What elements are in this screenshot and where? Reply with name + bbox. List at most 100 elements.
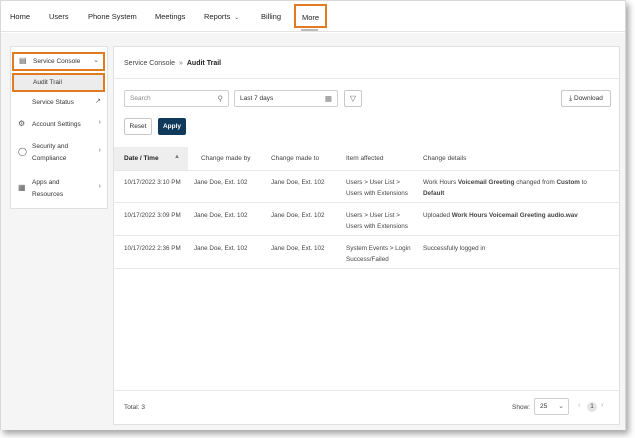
details-text: changed from bbox=[514, 179, 557, 186]
breadcrumb-current: Audit Trail bbox=[186, 60, 222, 67]
cell-details-line2: Default bbox=[423, 190, 445, 197]
details-bold: Voicemail Greeting bbox=[457, 179, 515, 186]
search-icon: ⚲ bbox=[217, 94, 224, 103]
download-label: Download bbox=[574, 95, 603, 102]
cell-details: Work Hours Voicemail Greeting changed fr… bbox=[423, 177, 587, 188]
filter-button[interactable]: ▽ bbox=[344, 90, 362, 107]
search-placeholder: Search bbox=[130, 95, 151, 102]
nav-phone-system[interactable]: Phone System bbox=[88, 12, 137, 21]
sidebar-item-label: Account Settings bbox=[32, 121, 81, 128]
chevron-down-icon: ⌄ bbox=[558, 403, 564, 410]
cell-item-line2: Success/Failed bbox=[346, 256, 389, 263]
date-range-picker[interactable]: Last 7 days ▦ bbox=[234, 90, 338, 107]
sidebar-item-security[interactable]: ◯ Security and Compliance › bbox=[11, 141, 107, 167]
total-count: Total: 3 bbox=[124, 404, 145, 411]
cell-changed-to: Jane Doe, Ext. 102 bbox=[271, 179, 325, 186]
table-row[interactable]: 10/17/2022 3:09 PM Jane Doe, Ext. 102 Ja… bbox=[114, 204, 619, 236]
chevron-down-icon: ⌄ bbox=[93, 57, 99, 64]
calendar-icon: ▦ bbox=[324, 94, 332, 103]
cell-item-line1: Users > User List > bbox=[346, 212, 400, 219]
search-input[interactable]: Search ⚲ bbox=[124, 90, 229, 107]
divider bbox=[114, 78, 619, 79]
current-page[interactable]: 1 bbox=[587, 402, 597, 412]
sidebar-item-label: Service Console bbox=[33, 58, 81, 65]
prev-page-icon[interactable]: ‹ bbox=[578, 402, 580, 409]
sidebar-item-label: Audit Trail bbox=[33, 79, 62, 86]
sidebar-item-label-line1: Apps and bbox=[32, 179, 60, 186]
sidebar-item-apps[interactable]: ▦ Apps and Resources › bbox=[11, 177, 107, 203]
download-button[interactable]: ⤓ Download bbox=[561, 90, 611, 107]
chevron-right-icon: › bbox=[98, 119, 101, 126]
chevron-down-icon: ⌄ bbox=[234, 15, 240, 21]
sidebar-item-label: Service Status bbox=[32, 99, 74, 106]
nav-active-indicator bbox=[301, 29, 318, 31]
date-range-value: Last 7 days bbox=[240, 95, 274, 102]
sidebar-item-account-settings[interactable]: ⚙ Account Settings › bbox=[11, 119, 107, 133]
sidebar: ▤ Service Console ⌄ Audit Trail Service … bbox=[10, 46, 108, 209]
cell-details: Uploaded Work Hours Voicemail Greeting a… bbox=[423, 210, 578, 221]
details-text: to bbox=[579, 179, 587, 186]
cell-changed-to: Jane Doe, Ext. 102 bbox=[271, 212, 325, 219]
sidebar-item-label-line2: Compliance bbox=[32, 155, 67, 162]
filter-icon: ▽ bbox=[349, 94, 357, 103]
cell-changed-by: Jane Doe, Ext. 102 bbox=[194, 179, 248, 186]
divider bbox=[114, 390, 619, 391]
grid-icon: ▦ bbox=[18, 183, 26, 192]
details-bold: Work Hours Voicemail Greeting audio.wav bbox=[451, 212, 578, 219]
sidebar-item-label-line1: Security and bbox=[32, 143, 69, 150]
column-header-datetime[interactable]: Date / Time ▲ bbox=[114, 147, 188, 170]
cell-details: Successfully logged in bbox=[423, 245, 486, 252]
breadcrumb-separator: » bbox=[178, 60, 183, 67]
top-nav: Home Users Phone System Meetings Reports… bbox=[1, 1, 625, 32]
external-link-icon: ↗ bbox=[95, 98, 101, 105]
column-label: Date / Time bbox=[124, 155, 159, 162]
cell-datetime: 10/17/2022 3:10 PM bbox=[124, 179, 181, 186]
cell-datetime: 10/17/2022 2:36 PM bbox=[124, 245, 181, 252]
nav-home[interactable]: Home bbox=[10, 12, 30, 21]
laptop-icon: ▤ bbox=[19, 56, 27, 65]
gear-icon: ⚙ bbox=[18, 119, 26, 128]
download-icon: ⤓ bbox=[569, 95, 573, 102]
cell-changed-by: Jane Doe, Ext. 102 bbox=[194, 212, 248, 219]
breadcrumb-parent[interactable]: Service Console bbox=[124, 60, 175, 67]
cell-item-line2: Users with Extensions bbox=[346, 223, 408, 230]
column-header-item-affected[interactable]: Item affected bbox=[346, 155, 383, 162]
nav-users[interactable]: Users bbox=[49, 12, 69, 21]
page-size-value: 25 bbox=[540, 403, 548, 410]
column-header-change-details[interactable]: Change details bbox=[423, 155, 466, 162]
page-size-select[interactable]: 25 ⌄ bbox=[534, 398, 569, 415]
next-page-icon[interactable]: › bbox=[601, 402, 603, 409]
sidebar-item-label-line2: Resources bbox=[32, 191, 64, 198]
nav-meetings[interactable]: Meetings bbox=[155, 12, 185, 21]
sidebar-item-audit-trail[interactable]: Audit Trail bbox=[12, 73, 105, 92]
shield-icon: ◯ bbox=[18, 147, 27, 156]
sidebar-item-service-status[interactable]: Service Status ↗ bbox=[11, 97, 107, 111]
breadcrumb: Service Console» Audit Trail bbox=[124, 60, 221, 67]
nav-more[interactable]: More bbox=[294, 4, 328, 28]
table-row[interactable]: 10/17/2022 2:36 PM Jane Doe, Ext. 102 Ja… bbox=[114, 237, 619, 269]
column-header-changed-to[interactable]: Change made to bbox=[271, 155, 319, 162]
details-bold: Custom bbox=[556, 179, 580, 186]
chevron-right-icon: › bbox=[98, 183, 101, 190]
nav-billing[interactable]: Billing bbox=[261, 12, 281, 21]
sort-asc-icon: ▲ bbox=[174, 154, 180, 160]
table-header: Date / Time ▲ Change made by Change made… bbox=[114, 147, 619, 171]
cell-item-line1: System Events > Login bbox=[346, 245, 411, 252]
reset-button[interactable]: Reset bbox=[124, 118, 152, 135]
chevron-right-icon: › bbox=[98, 147, 101, 154]
table-row[interactable]: 10/17/2022 3:10 PM Jane Doe, Ext. 102 Ja… bbox=[114, 171, 619, 203]
cell-item-line1: Users > User List > bbox=[346, 179, 400, 186]
sidebar-item-service-console[interactable]: ▤ Service Console ⌄ bbox=[12, 52, 105, 71]
page-size-label: Show: bbox=[512, 404, 531, 411]
apply-button[interactable]: Apply bbox=[158, 118, 186, 135]
details-text: Work Hours bbox=[423, 179, 458, 186]
cell-item-line2: Users with Extensions bbox=[346, 190, 408, 197]
column-header-changed-by[interactable]: Change made by bbox=[201, 155, 251, 162]
cell-changed-to: Jane Doe, Ext. 102 bbox=[271, 245, 325, 252]
nav-reports[interactable]: Reports ⌄ bbox=[204, 12, 239, 21]
app-window: Home Users Phone System Meetings Reports… bbox=[0, 0, 626, 430]
cell-changed-by: Jane Doe, Ext. 102 bbox=[194, 245, 248, 252]
nav-reports-label: Reports bbox=[204, 12, 231, 21]
main-panel: Service Console» Audit Trail Search ⚲ Las… bbox=[113, 46, 620, 425]
details-text: Uploaded bbox=[423, 212, 452, 219]
